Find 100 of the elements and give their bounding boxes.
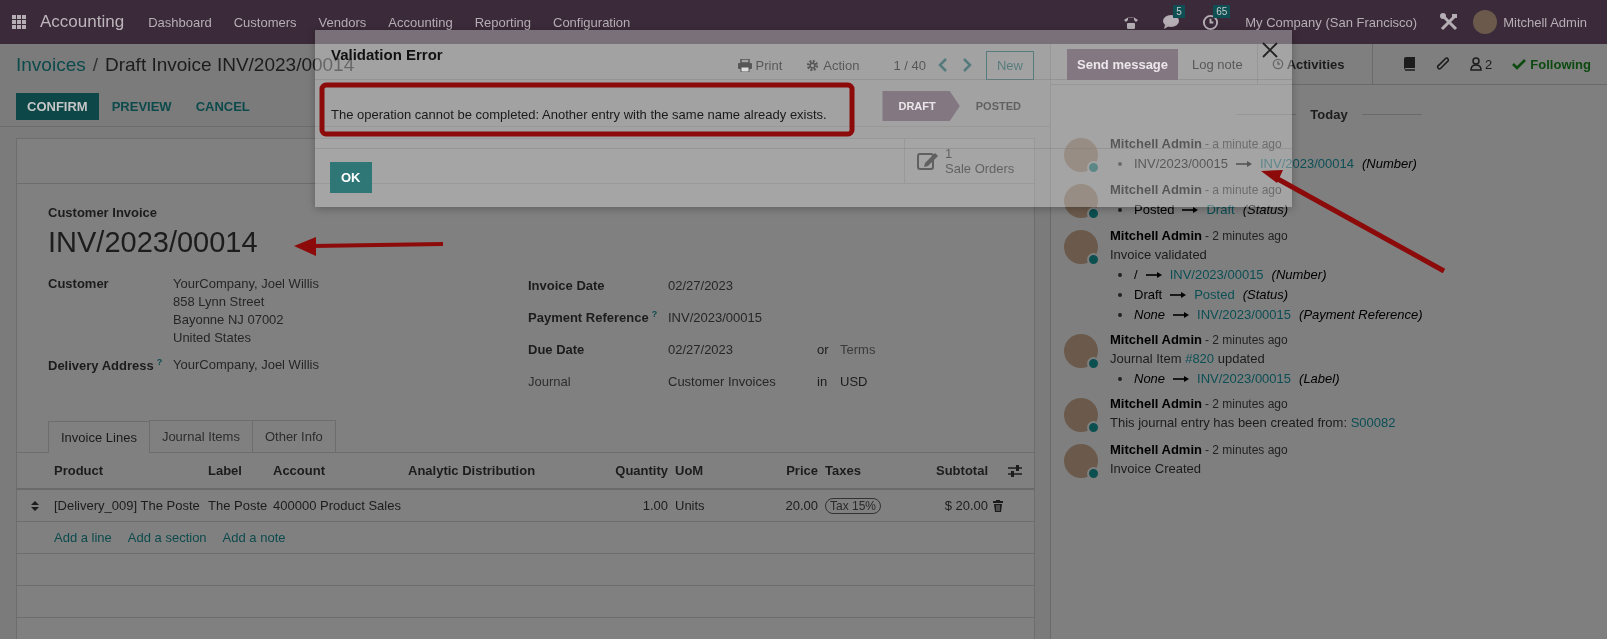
- column-header[interactable]: Taxes: [823, 463, 903, 478]
- menu-item[interactable]: Accounting: [388, 14, 453, 30]
- notebook-tab[interactable]: Other Info: [251, 420, 336, 452]
- column-header[interactable]: Label: [206, 463, 271, 478]
- add-line-link[interactable]: Add a note: [222, 530, 286, 545]
- help-mark[interactable]: ?: [156, 357, 163, 367]
- user-icon: [1470, 57, 1483, 71]
- pager-value[interactable]: 1 / 40: [893, 57, 926, 73]
- changed-field-name: (Payment Reference): [1299, 307, 1423, 322]
- changed-field-name: (Label): [1299, 371, 1340, 386]
- field-value: United States: [173, 330, 253, 345]
- help-mark[interactable]: ?: [651, 308, 658, 319]
- error-message: The operation cannot be completed: Another entry with the same name already exists.: [331, 106, 827, 122]
- message-author[interactable]: Mitchell Admin: [1110, 442, 1202, 457]
- new-value-link[interactable]: Posted: [1194, 287, 1235, 302]
- book-icon[interactable]: [1403, 57, 1417, 71]
- payment-terms-field[interactable]: Terms: [840, 341, 920, 357]
- field-label: Delivery Address $^{?}$: [48, 357, 164, 374]
- avatar[interactable]: [1064, 230, 1098, 264]
- status-step[interactable]: DRAFT: [882, 91, 960, 121]
- followers-button[interactable]: 2: [1470, 56, 1493, 72]
- column-header[interactable]: Price: [743, 463, 823, 478]
- message-body: Journal Item #820 updated: [1110, 351, 1266, 366]
- menu-item[interactable]: Customers: [233, 14, 297, 30]
- field-value[interactable]: INV/2023/00015: [668, 309, 817, 325]
- record-link[interactable]: #820: [1185, 351, 1215, 366]
- trash-icon[interactable]: [993, 499, 1003, 512]
- breadcrumb-link[interactable]: Invoices: [16, 54, 86, 76]
- message-author[interactable]: Mitchell Admin: [1110, 396, 1202, 411]
- column-settings-icon[interactable]: [1007, 464, 1022, 477]
- status-step[interactable]: POSTED: [959, 91, 1035, 121]
- message-body: Invoice Created: [1110, 461, 1203, 476]
- breadcrumb-separator: /: [92, 54, 98, 76]
- chat-icon[interactable]: [1162, 14, 1181, 30]
- old-value: /: [1134, 267, 1138, 282]
- close-button[interactable]: [1261, 41, 1279, 59]
- action-button[interactable]: CONFIRM: [16, 92, 99, 120]
- changed-field-name: (Status): [1242, 202, 1289, 217]
- action-button[interactable]: Action: [806, 57, 860, 73]
- date-separator: Today: [1310, 107, 1348, 122]
- table-cell-text: The Poste: [207, 498, 269, 513]
- menu-item[interactable]: Reporting: [474, 14, 531, 30]
- column-header[interactable]: UoM: [673, 463, 743, 478]
- field-value: Bayonne NJ 07002: [173, 312, 285, 327]
- message-author[interactable]: Mitchell Admin: [1110, 182, 1202, 197]
- new-value-link[interactable]: INV/2023/00015: [1197, 307, 1292, 322]
- message-author[interactable]: Mitchell Admin: [1110, 136, 1202, 151]
- company-switcher[interactable]: My Company (San Francisco): [1245, 14, 1418, 30]
- bullet-icon: [1118, 272, 1122, 277]
- clock-icon[interactable]: [1271, 58, 1284, 70]
- check-icon: [1512, 58, 1527, 70]
- field-label: Due Date: [528, 341, 586, 357]
- avatar[interactable]: [1064, 444, 1098, 478]
- avatar[interactable]: [1064, 398, 1098, 432]
- activity-clock-icon[interactable]: [1202, 13, 1220, 31]
- new-value-link[interactable]: INV/2023/00015: [1169, 267, 1264, 282]
- field-value: YourCompany, Joel Willis: [173, 276, 319, 291]
- field-value[interactable]: 02/27/2023: [668, 341, 817, 357]
- print-button[interactable]: Print: [737, 57, 783, 73]
- message-author[interactable]: Mitchell Admin: [1110, 228, 1202, 243]
- avatar[interactable]: [1064, 334, 1098, 368]
- apps-menu-icon[interactable]: [12, 15, 26, 29]
- ok-button[interactable]: OK: [330, 162, 372, 193]
- new-value-link[interactable]: INV/2023/00014: [1259, 156, 1354, 171]
- menu-item[interactable]: Configuration: [553, 14, 631, 30]
- message-author[interactable]: Mitchell Admin: [1110, 332, 1202, 347]
- app-name: Accounting: [40, 12, 125, 32]
- action-button[interactable]: CANCEL: [184, 92, 261, 120]
- tools-icon[interactable]: [1439, 12, 1460, 32]
- paperclip-icon[interactable]: [1436, 56, 1451, 72]
- message-body: Invoice validated: [1110, 247, 1208, 262]
- drag-handle-icon[interactable]: [30, 499, 39, 512]
- new-value-link[interactable]: INV/2023/00015: [1197, 371, 1292, 386]
- column-header[interactable]: Product: [52, 463, 206, 478]
- right-arrow-icon: [1173, 310, 1190, 319]
- column-header[interactable]: Analytic Distribution: [406, 463, 591, 478]
- column-header[interactable]: Account: [271, 463, 406, 478]
- notebook-tab[interactable]: Invoice Lines: [48, 421, 150, 453]
- send-message-button[interactable]: Send message: [1067, 48, 1179, 80]
- add-line-link[interactable]: Add a line: [54, 530, 112, 545]
- add-line-link[interactable]: Add a section: [127, 530, 207, 545]
- phone-icon[interactable]: [1122, 14, 1141, 30]
- action-button[interactable]: PREVIEW: [100, 92, 183, 120]
- activities-button[interactable]: Activities: [1256, 44, 1374, 84]
- log-note-button[interactable]: Log note: [1178, 56, 1257, 72]
- menu-item[interactable]: Vendors: [318, 14, 367, 30]
- field-value[interactable]: 02/27/2023: [668, 277, 817, 293]
- sale-orders-smart-button[interactable]: 1 Sale Orders: [904, 139, 1034, 183]
- menu-item[interactable]: Dashboard: [148, 14, 212, 30]
- record-link[interactable]: S00082: [1350, 415, 1396, 430]
- column-header[interactable]: Quantity: [591, 463, 673, 478]
- following-button[interactable]: Following: [1512, 56, 1591, 72]
- column-header[interactable]: Subtotal: [903, 463, 993, 478]
- field-value[interactable]: Customer Invoices: [668, 373, 817, 389]
- field-connector: in: [817, 373, 829, 389]
- avatar[interactable]: [1064, 184, 1098, 218]
- user-name[interactable]: Mitchell Admin: [1503, 14, 1587, 30]
- message-time: - 2 minutes ago: [1204, 229, 1288, 243]
- currency-value[interactable]: USD: [840, 373, 868, 389]
- new-value-link[interactable]: Draft: [1206, 202, 1235, 217]
